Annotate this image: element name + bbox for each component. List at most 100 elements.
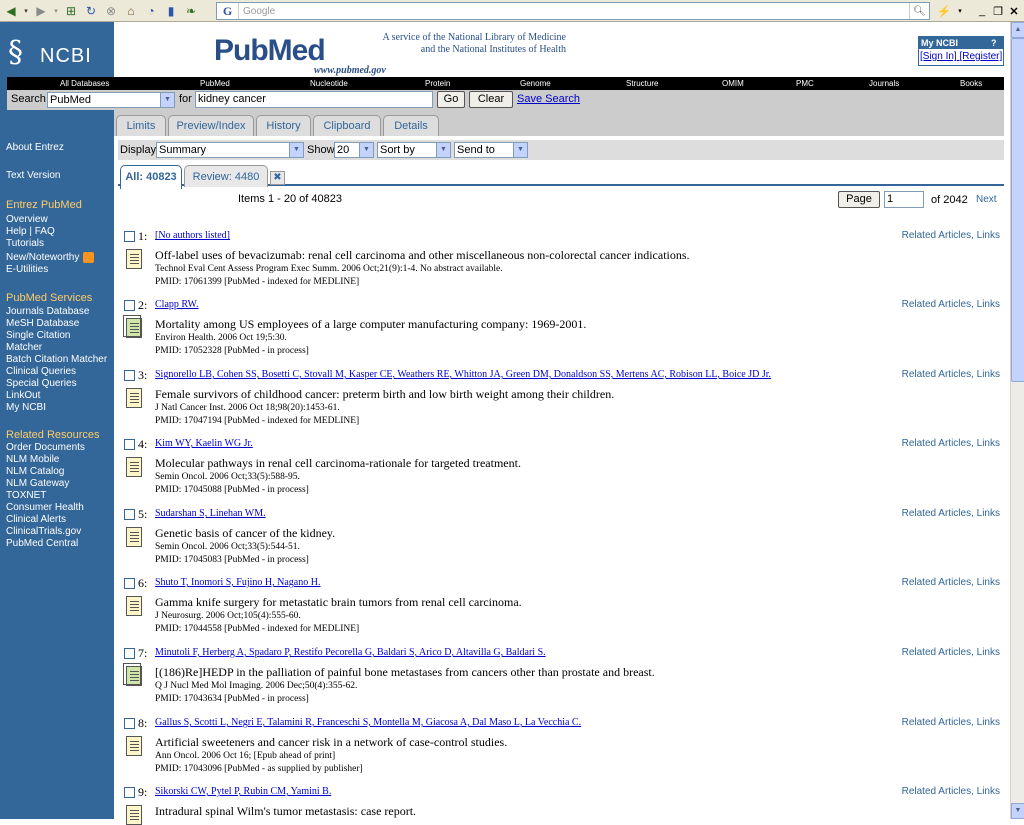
abstract-document-icon[interactable] (126, 736, 142, 756)
sidebar-link-new-noteworthy[interactable]: New/Noteworthy (6, 252, 95, 263)
history-icon[interactable]: ◔ (142, 2, 160, 20)
clear-button[interactable]: Clear (469, 91, 513, 108)
sidebar-link-my-ncbi[interactable]: My NCBI (6, 402, 46, 413)
sidebar-link-e-utilities[interactable]: E-Utilities (6, 264, 48, 275)
result-authors-link[interactable]: Signorello LB, Cohen SS, Bosetti C, Stov… (155, 369, 771, 380)
go-button[interactable]: Go (437, 91, 465, 108)
tab-review-results[interactable]: Review: 4480 (184, 165, 268, 187)
full-text-document-icon[interactable] (123, 315, 142, 338)
abstract-document-icon[interactable] (126, 388, 142, 408)
related-articles-link[interactable]: Related Articles, Links (902, 577, 1000, 588)
related-articles-link[interactable]: Related Articles, Links (902, 508, 1000, 519)
page-button[interactable]: Page (838, 191, 880, 208)
minimize-icon[interactable]: _ (974, 3, 990, 19)
forward-dropdown-icon[interactable]: ▾ (52, 2, 60, 20)
google-search-bar[interactable]: G Google 🔍︎ (216, 2, 930, 20)
show-select[interactable]: 20 ▼ (334, 142, 374, 158)
sidebar-link-overview[interactable]: Overview (6, 214, 48, 225)
result-authors-link[interactable]: Shuto T, Inomori S, Fujino H, Nagano H. (155, 577, 320, 588)
sidebar-link-consumer-health[interactable]: Consumer Health (6, 502, 84, 513)
result-authors-link[interactable]: Minutoli F, Herberg A, Spadaro P, Restif… (155, 647, 546, 658)
back-dropdown-icon[interactable]: ▾ (22, 2, 30, 20)
result-authors-link[interactable]: [No authors listed] (155, 230, 230, 241)
stop-icon[interactable]: ⊗ (102, 2, 120, 20)
db-link-all[interactable]: All Databases (60, 79, 109, 88)
result-checkbox[interactable] (124, 787, 135, 798)
sidebar-link-clinicaltrials[interactable]: ClinicalTrials.gov (6, 526, 81, 537)
db-link-genome[interactable]: Genome (520, 79, 551, 88)
next-page-link[interactable]: Next (976, 194, 997, 205)
register-link[interactable]: [Register] (959, 51, 1002, 62)
sign-in-link[interactable]: [Sign In] (920, 51, 957, 62)
vertical-scrollbar[interactable]: ▲ ▼ (1010, 22, 1024, 819)
abstract-document-icon[interactable] (126, 457, 142, 477)
result-checkbox[interactable] (124, 718, 135, 729)
bookmarks-icon[interactable]: ▮ (162, 2, 180, 20)
send-to-select[interactable]: Send to ▼ (454, 142, 528, 158)
sidebar-link-clinical-queries[interactable]: Clinical Queries (6, 366, 76, 377)
tools-icon[interactable]: ✖ (270, 171, 285, 185)
db-link-omim[interactable]: OMIM (722, 79, 744, 88)
magnifier-icon[interactable]: 🔍︎ (909, 3, 929, 19)
result-authors-link[interactable]: Sudarshan S, Linehan WM. (155, 508, 266, 519)
tab-clipboard[interactable]: Clipboard (313, 115, 381, 136)
sidebar-link-about-entrez[interactable]: About Entrez (6, 142, 64, 153)
scroll-down-icon[interactable]: ▼ (1011, 803, 1024, 819)
sidebar-link-linkout[interactable]: LinkOut (6, 390, 40, 401)
sidebar-link-mesh-db[interactable]: MeSH Database (6, 318, 79, 329)
result-authors-link[interactable]: Kim WY, Kaelin WG Jr. (155, 438, 253, 449)
sort-select[interactable]: Sort by ▼ (377, 142, 451, 158)
feed-dropdown-icon[interactable]: ▾ (952, 3, 968, 19)
result-checkbox[interactable] (124, 439, 135, 450)
result-checkbox[interactable] (124, 509, 135, 520)
sidebar-link-order-documents[interactable]: Order Documents (6, 442, 85, 453)
sidebar-link-journals-db[interactable]: Journals Database (6, 306, 89, 317)
db-link-pubmed[interactable]: PubMed (200, 79, 230, 88)
result-checkbox[interactable] (124, 648, 135, 659)
reload-icon[interactable]: ↻ (82, 2, 100, 20)
save-search-link[interactable]: Save Search (517, 93, 580, 105)
sidebar-link-special-queries[interactable]: Special Queries (6, 378, 77, 389)
scroll-up-icon[interactable]: ▲ (1011, 22, 1024, 38)
google-search-input[interactable]: Google (239, 6, 909, 17)
tab-all-results[interactable]: All: 40823 (120, 165, 182, 189)
sidebar-link-pubmed-central[interactable]: PubMed Central (6, 538, 78, 549)
result-checkbox[interactable] (124, 578, 135, 589)
abstract-document-icon[interactable] (126, 249, 142, 269)
related-articles-link[interactable]: Related Articles, Links (902, 786, 1000, 797)
ncbi-logo[interactable]: § NCBI (8, 36, 108, 76)
sidebar-link-matcher[interactable]: Matcher (6, 342, 42, 353)
google-logo-icon[interactable]: G (217, 3, 239, 19)
database-select[interactable]: PubMed ▼ (47, 92, 175, 108)
sidebar-link-tutorials[interactable]: Tutorials (6, 238, 44, 249)
page-number-input[interactable]: 1 (884, 191, 924, 208)
sidebar-link-clinical-alerts[interactable]: Clinical Alerts (6, 514, 66, 525)
leaf-icon[interactable]: ❧ (182, 2, 200, 20)
db-link-books[interactable]: Books (960, 79, 982, 88)
db-link-journals[interactable]: Journals (869, 79, 899, 88)
home-icon[interactable]: ⌂ (122, 2, 140, 20)
sidebar-link-help-faq[interactable]: Help | FAQ (6, 226, 55, 237)
sidebar-link-batch-citation[interactable]: Batch Citation Matcher (6, 354, 107, 365)
result-authors-link[interactable]: Gallus S, Scotti L, Negri E, Talamini R,… (155, 717, 581, 728)
related-articles-link[interactable]: Related Articles, Links (902, 647, 1000, 658)
new-tab-icon[interactable]: ⊞ (62, 2, 80, 20)
tab-limits[interactable]: Limits (116, 115, 166, 136)
result-checkbox[interactable] (124, 300, 135, 311)
help-icon[interactable]: ? (991, 38, 1001, 48)
related-articles-link[interactable]: Related Articles, Links (902, 438, 1000, 449)
abstract-document-icon[interactable] (126, 805, 142, 825)
sidebar-link-text-version[interactable]: Text Version (6, 170, 60, 181)
sidebar-link-nlm-catalog[interactable]: NLM Catalog (6, 466, 64, 477)
close-icon[interactable]: ✕ (1006, 3, 1022, 19)
db-link-structure[interactable]: Structure (626, 79, 658, 88)
related-articles-link[interactable]: Related Articles, Links (902, 299, 1000, 310)
forward-icon[interactable]: ▶ (32, 2, 50, 20)
result-checkbox[interactable] (124, 370, 135, 381)
tab-history[interactable]: History (256, 115, 311, 136)
sidebar-link-toxnet[interactable]: TOXNET (6, 490, 46, 501)
feed-icon[interactable]: ⚡ (936, 3, 952, 19)
full-text-document-icon[interactable] (123, 663, 142, 686)
related-articles-link[interactable]: Related Articles, Links (902, 369, 1000, 380)
result-authors-link[interactable]: Clapp RW. (155, 299, 199, 310)
